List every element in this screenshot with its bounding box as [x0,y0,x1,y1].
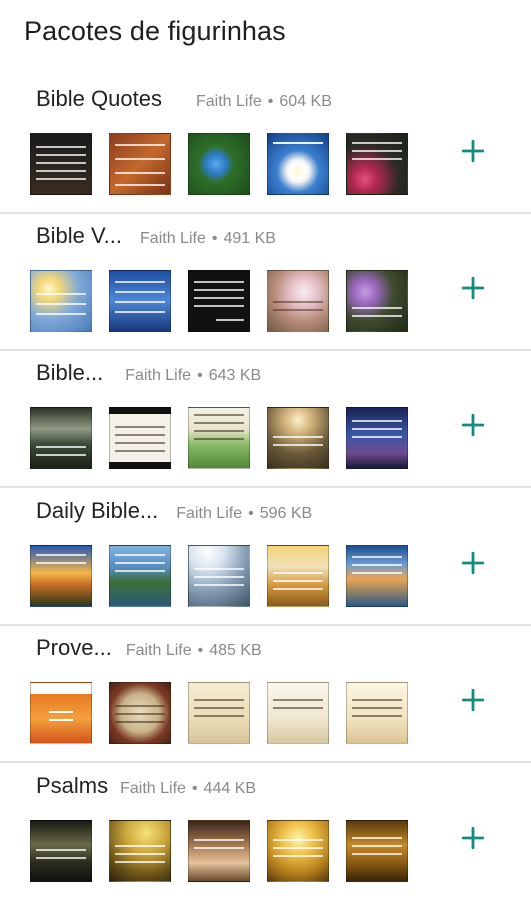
plus-icon [461,688,485,712]
pack-publisher: Faith Life [125,642,192,659]
pack-publisher: Faith Life [140,230,206,247]
pack-name: Daily Bible... [36,498,159,523]
meta-separator: • [248,505,254,522]
sticker-thumbnail [188,820,250,882]
sticker-thumbnail [30,133,92,195]
sticker-thumbnail [346,820,408,882]
pack-size: 491 KB [223,230,276,247]
sticker-thumbnails [30,133,425,195]
sticker-thumbnail [267,545,329,607]
add-pack-button[interactable] [456,821,490,855]
add-pack-button[interactable] [456,134,490,168]
pack-publisher: Faith Life [125,367,192,384]
pack-header: Psalms Faith Life • 444 KB [36,773,531,805]
sticker-thumbnail [30,270,92,332]
pack-name: Bible... [36,360,104,385]
sticker-thumbnail [109,545,171,607]
add-pack-button[interactable] [456,408,490,442]
plus-icon [461,826,485,850]
meta-separator: • [197,367,203,384]
sticker-thumbnail [109,133,171,195]
sticker-thumbnail [267,133,329,195]
pack-name: Psalms [36,773,109,798]
sticker-thumbnails [30,820,425,882]
sticker-pack-row[interactable]: Bible... Faith Life • 643 KB [0,350,531,488]
pack-meta: Faith Life • 444 KB [120,780,256,798]
pack-publisher: Faith Life [176,505,243,522]
meta-separator: • [211,230,218,247]
sticker-packs-screen: Pacotes de figurinhas Bible Quotes Faith… [0,0,531,900]
pack-header: Prove... Faith Life • 485 KB [36,635,531,667]
sticker-thumbnail [30,545,92,607]
pack-size: 596 KB [259,505,313,522]
sticker-pack-row[interactable]: Bible V... Faith Life • 491 KB [0,213,531,351]
sticker-thumbnail [188,545,250,607]
pack-name: Bible Quotes [36,86,162,111]
pack-publisher: Faith Life [120,780,186,797]
sticker-thumbnail [267,407,329,469]
sticker-thumbnail [109,270,171,332]
pack-size: 444 KB [203,780,257,797]
sticker-thumbnail [346,682,408,744]
pack-header: Bible Quotes Faith Life • 604 KB [36,86,531,118]
plus-icon [461,276,485,300]
pack-name: Prove... [36,635,112,660]
add-pack-button[interactable] [456,271,490,305]
pack-meta: Faith Life • 491 KB [140,230,276,248]
add-pack-button[interactable] [456,683,490,717]
add-pack-button[interactable] [456,546,490,580]
pack-meta: Faith Life • 485 KB [126,642,262,660]
sticker-thumbnail [346,133,408,195]
sticker-thumbnail [267,270,329,332]
pack-name: Bible V... [36,223,123,248]
sticker-thumbnail [109,407,171,469]
pack-header: Bible V... Faith Life • 491 KB [36,223,531,255]
sticker-thumbnails [30,270,425,332]
sticker-thumbnail [30,682,92,744]
plus-icon [461,551,485,575]
pack-header: Daily Bible... Faith Life • 596 KB [36,498,531,530]
pack-header: Bible... Faith Life • 643 KB [36,360,531,392]
page-title: Pacotes de figurinhas [24,16,286,46]
sticker-thumbnail [188,270,250,332]
sticker-pack-row[interactable]: Prove... Faith Life • 485 KB [0,625,531,763]
sticker-thumbnails [30,545,425,607]
plus-icon [461,139,485,163]
pack-meta: Faith Life • 604 KB [196,93,332,111]
pack-meta: Faith Life • 596 KB [176,505,312,523]
pack-size: 604 KB [279,93,332,110]
sticker-thumbnail [267,820,329,882]
sticker-thumbnail [267,682,329,744]
sticker-thumbnail [346,407,408,469]
meta-separator: • [267,93,274,110]
plus-icon [461,413,485,437]
sticker-thumbnails [30,682,425,744]
sticker-pack-row[interactable]: Bible Quotes Faith Life • 604 KB [0,76,531,214]
pack-publisher: Faith Life [195,93,262,110]
sticker-thumbnails [30,407,425,469]
pack-size: 485 KB [209,642,262,659]
pack-size: 643 KB [208,367,262,384]
pack-meta: Faith Life • 643 KB [125,367,261,385]
sticker-thumbnail [109,682,171,744]
sticker-thumbnail [346,545,408,607]
sticker-thumbnail [346,270,408,332]
sticker-thumbnail [30,407,92,469]
sticker-thumbnail [188,407,250,469]
meta-separator: • [197,642,204,659]
sticker-thumbnail [188,133,250,195]
sticker-pack-row[interactable]: Daily Bible... Faith Life • 596 KB [0,488,531,626]
sticker-pack-row[interactable]: Psalms Faith Life • 444 KB [0,763,531,900]
sticker-thumbnail [188,682,250,744]
meta-separator: • [191,780,198,797]
sticker-thumbnail [109,820,171,882]
sticker-thumbnail [30,820,92,882]
